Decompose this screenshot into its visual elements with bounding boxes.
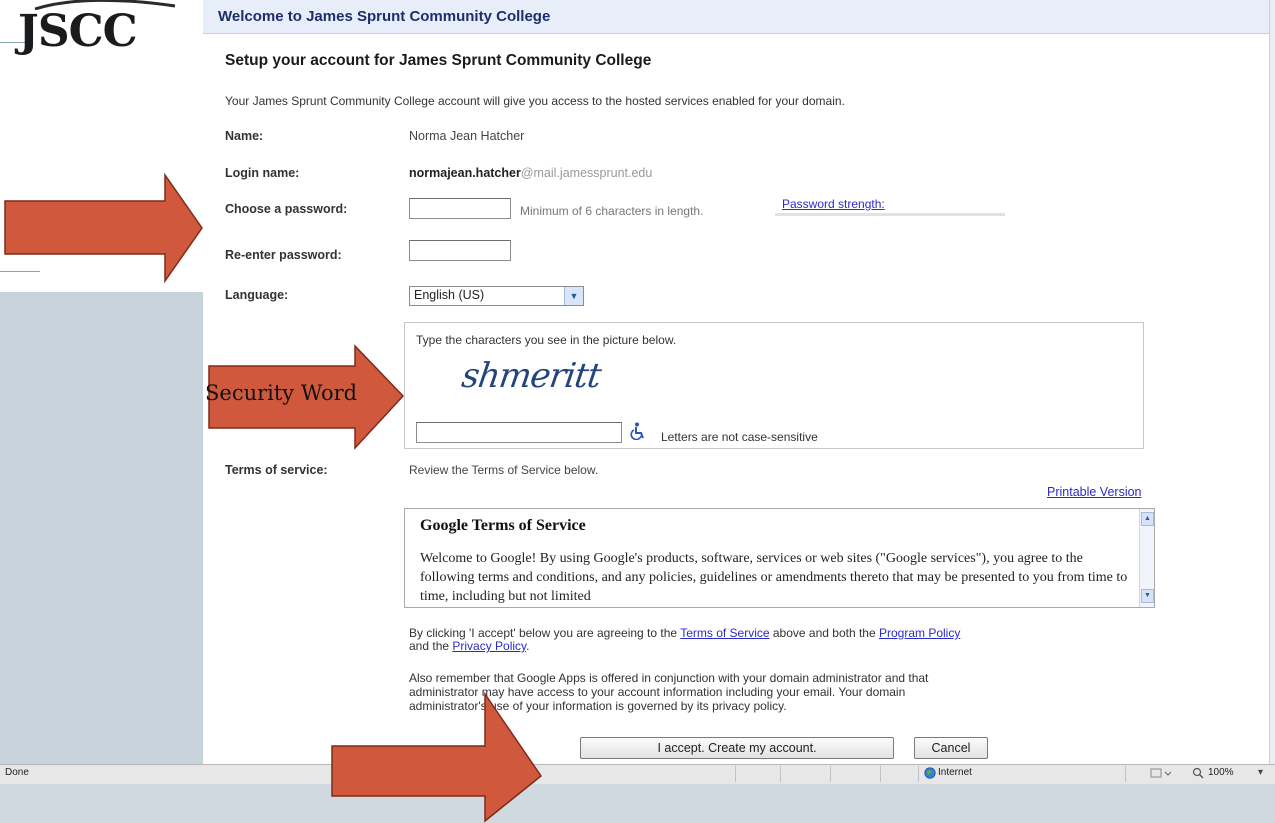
remember-line-1: Also remember that Google Apps is offere… (409, 671, 929, 685)
password-hint: Minimum of 6 characters in length. (520, 204, 704, 218)
agreement-prefix: By clicking 'I accept' below you are agr… (409, 626, 681, 640)
terms-of-service-link[interactable]: Terms of Service (680, 626, 769, 640)
program-policy-link[interactable]: Program Policy (879, 626, 960, 640)
tos-label: Terms of service: (225, 463, 328, 477)
security-word-callout: Security Word (205, 381, 358, 405)
captcha-image: shmeritt (459, 356, 603, 396)
zoom-icon[interactable] (1192, 767, 1204, 779)
accept-create-account-button[interactable]: I accept. Create my account. (580, 737, 894, 759)
status-divider (830, 766, 831, 782)
captcha-input[interactable] (416, 422, 622, 443)
password-strength-link[interactable]: Password strength: (782, 197, 885, 211)
arrow-password-icon (4, 172, 203, 284)
password-input[interactable] (409, 198, 511, 219)
page-heading: Setup your account for James Sprunt Comm… (225, 52, 652, 69)
globe-icon (924, 767, 936, 779)
header-title: Welcome to James Sprunt Community Colleg… (218, 8, 551, 25)
login-label: Login name: (225, 166, 300, 180)
status-divider (880, 766, 881, 782)
cancel-button[interactable]: Cancel (914, 737, 988, 759)
status-divider (735, 766, 736, 782)
tos-box-text: Welcome to Google! By using Google's pro… (420, 551, 1128, 604)
captcha-instruction: Type the characters you see in the pictu… (416, 333, 677, 347)
scroll-up-icon[interactable]: ▲ (1141, 512, 1154, 526)
agreement-and: and the (409, 639, 453, 653)
slide-bottom-band (0, 784, 1275, 823)
arrow-accept-icon (331, 691, 543, 823)
login-value: normajean.hatcher@mail.jamessprunt.edu (409, 166, 652, 180)
agreement-mid: above and both the (769, 626, 879, 640)
printable-version-link[interactable]: Printable Version (1047, 485, 1142, 499)
agreement-end: . (526, 639, 530, 653)
slide-left-panel (0, 292, 203, 764)
zoom-level[interactable]: 100% (1208, 767, 1234, 778)
window-scrollbar[interactable] (1269, 0, 1275, 764)
reenter-password-label: Re-enter password: (225, 248, 342, 262)
login-username: normajean.hatcher (409, 166, 521, 180)
scroll-down-icon[interactable]: ▼ (1141, 589, 1154, 603)
status-divider (918, 766, 919, 782)
language-select[interactable]: English (US) ▼ (409, 286, 584, 306)
zoom-dropdown-icon[interactable]: ▾ (1258, 767, 1263, 778)
status-divider (780, 766, 781, 782)
protected-mode-icon[interactable] (1150, 767, 1174, 779)
browser-statusbar (0, 764, 1275, 784)
captcha-case-note: Letters are not case-sensitive (661, 430, 818, 444)
college-logo: JSCC (18, 6, 138, 57)
agreement-text-line2: and the Privacy Policy. (409, 640, 530, 652)
tos-review-text: Review the Terms of Service below. (409, 463, 599, 477)
status-divider (1125, 766, 1126, 782)
security-zone-text: Internet (938, 767, 972, 778)
reenter-password-input[interactable] (409, 240, 511, 261)
login-domain: @mail.jamessprunt.edu (520, 166, 653, 180)
language-label: Language: (225, 288, 289, 302)
language-select-value: English (US) (414, 288, 485, 302)
tos-box-title: Google Terms of Service (420, 517, 586, 534)
name-value: Norma Jean Hatcher (409, 129, 525, 143)
tos-scrollbar[interactable]: ▲ ▼ (1139, 509, 1154, 607)
privacy-policy-link[interactable]: Privacy Policy (452, 639, 526, 653)
wheelchair-icon[interactable] (630, 422, 646, 440)
password-strength-meter (775, 213, 1005, 216)
chevron-down-icon[interactable]: ▼ (564, 287, 583, 305)
status-text: Done (5, 767, 29, 778)
page-intro: Your James Sprunt Community College acco… (225, 94, 845, 108)
name-label: Name: (225, 129, 264, 143)
password-label: Choose a password: (225, 202, 348, 216)
agreement-text: By clicking 'I accept' below you are agr… (409, 627, 960, 639)
